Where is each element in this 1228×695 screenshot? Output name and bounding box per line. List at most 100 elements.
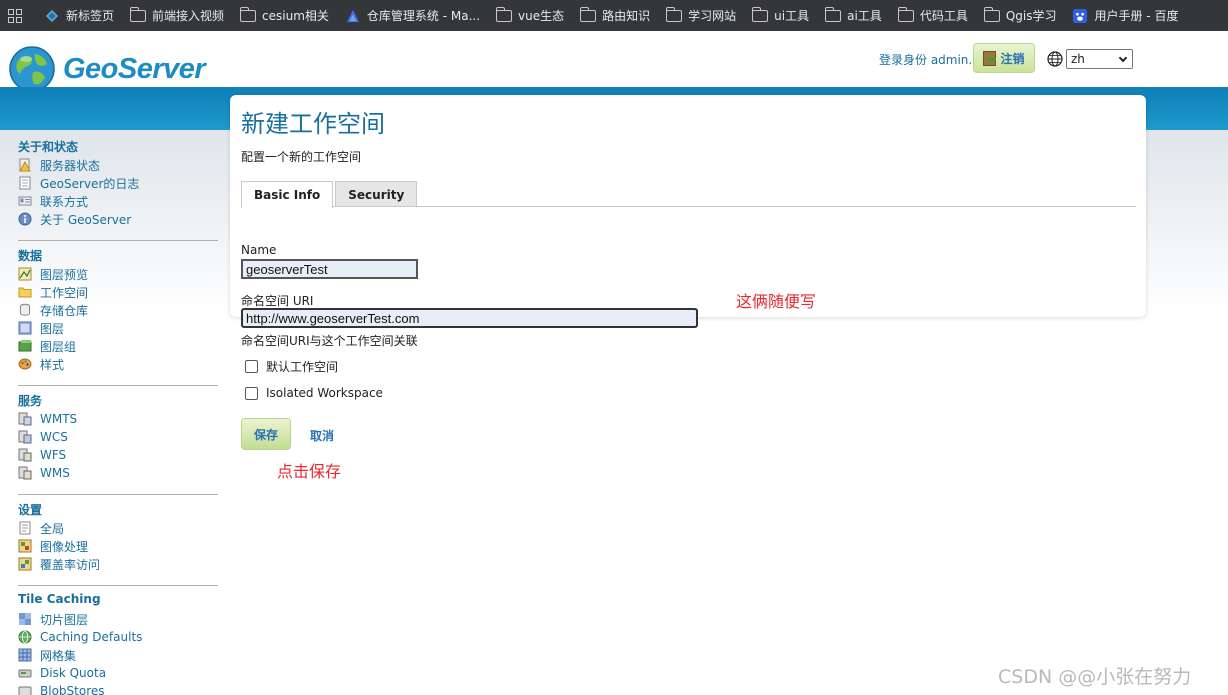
name-input[interactable]: geoserverTest xyxy=(241,259,418,279)
tab-bar: Basic Info Security xyxy=(241,181,418,208)
sidebar-section-title: 关于和状态 xyxy=(18,140,79,154)
cancel-link[interactable]: 取消 xyxy=(310,427,334,444)
sidebar-section-about: 关于和状态 服务器状态 GeoServer的日志 联系方式 关于 GeoServ… xyxy=(18,138,218,228)
csdn-watermark: CSDN @@小张在努力 xyxy=(998,666,1192,688)
sidebar-item-styles[interactable]: 样式 xyxy=(18,355,218,373)
sidebar-section-tile-caching: Tile Caching 切片图层 Caching Defaults 网格集 D… xyxy=(18,592,218,695)
page-description: 配置一个新的工作空间 xyxy=(241,150,362,164)
sidebar-item-blobstores[interactable]: BlobStores xyxy=(18,682,218,695)
sidebar-item-stores[interactable]: 存储仓库 xyxy=(18,301,218,319)
sidebar-item-wfs[interactable]: WFS xyxy=(18,446,218,464)
blobstore-icon xyxy=(18,686,32,695)
annotation-fill-note: 这俩随便写 xyxy=(736,292,817,311)
sidebar-item-layer-preview[interactable]: 图层预览 xyxy=(18,265,218,283)
sidebar-item-workspaces[interactable]: 工作空间 xyxy=(18,283,218,301)
sidebar-item-wcs[interactable]: WCS xyxy=(18,428,218,446)
folder-icon xyxy=(240,6,257,22)
uri-label: 命名空间 URI xyxy=(241,294,314,308)
workspace-folder-icon xyxy=(18,287,32,298)
bookmark-8[interactable]: ai工具 xyxy=(817,0,890,31)
sidebar-item-gridsets[interactable]: 网格集 xyxy=(18,646,218,664)
sidebar-section-title: 服务 xyxy=(18,394,43,408)
language-value: zh xyxy=(1071,52,1085,66)
sidebar-item-logs[interactable]: GeoServer的日志 xyxy=(18,174,218,192)
sidebar-item-caching-defaults[interactable]: Caching Defaults xyxy=(18,628,218,646)
logo-text: GeoServer xyxy=(63,52,206,85)
server-status-icon xyxy=(19,158,31,172)
sidebar-section-settings: 设置 全局 图像处理 覆盖率访问 xyxy=(18,501,218,573)
sidebar-divider xyxy=(18,385,218,386)
sidebar-section-title: 数据 xyxy=(18,249,43,263)
sidebar-section-services: 服务 WMTS WCS WFS WMS xyxy=(18,392,218,482)
isolated-workspace-label: Isolated Workspace xyxy=(266,386,383,400)
default-workspace-option[interactable]: 默认工作空间 xyxy=(245,358,338,375)
bookmark-3[interactable]: 仓库管理系统 - Ma... xyxy=(337,0,488,31)
sidebar-item-disk-quota[interactable]: Disk Quota xyxy=(18,664,218,682)
bookmark-11[interactable]: 用户手册 - 百度 xyxy=(1064,0,1186,31)
annotation-save-note: 点击保存 xyxy=(277,462,342,481)
sidebar-item-image-processing[interactable]: 图像处理 xyxy=(18,537,218,555)
info-icon xyxy=(18,212,32,226)
disk-quota-icon xyxy=(18,669,32,678)
sidebar-section-data: 数据 图层预览 工作空间 存储仓库 图层 图层组 样式 xyxy=(18,247,218,373)
wmts-service-icon xyxy=(18,412,32,426)
new-tab-icon xyxy=(45,9,59,22)
sidebar-item-layer-groups[interactable]: 图层组 xyxy=(18,337,218,355)
sidebar-item-contact[interactable]: 联系方式 xyxy=(18,192,218,210)
sidebar-item-about[interactable]: 关于 GeoServer xyxy=(18,210,218,228)
bookmark-0[interactable]: 新标签页 xyxy=(36,0,122,31)
name-label: Name xyxy=(241,243,277,257)
bookmark-6[interactable]: 学习网站 xyxy=(658,0,744,31)
sidebar-item-layers[interactable]: 图层 xyxy=(18,319,218,337)
mantine-logo-icon xyxy=(346,9,360,22)
folder-icon xyxy=(752,6,769,22)
logout-button[interactable]: 注销 xyxy=(973,43,1035,73)
wms-service-icon xyxy=(18,466,32,480)
uri-input[interactable]: http://www.geoserverTest.com xyxy=(241,308,698,328)
tab-basic-info[interactable]: Basic Info xyxy=(241,181,334,208)
tab-security[interactable]: Security xyxy=(335,181,418,207)
default-workspace-checkbox[interactable] xyxy=(245,360,258,373)
layer-preview-icon xyxy=(18,267,32,281)
bookmark-5[interactable]: 路由知识 xyxy=(572,0,658,31)
bookmark-2[interactable]: cesium相关 xyxy=(232,0,337,31)
uri-help-text: 命名空间URI与这个工作空间关联 xyxy=(241,334,418,348)
store-cylinder-icon xyxy=(20,303,30,316)
save-button[interactable]: 保存 xyxy=(241,418,291,450)
login-status: 登录身份 admin. xyxy=(879,53,973,67)
sidebar-section-title: 设置 xyxy=(18,503,43,517)
language-select[interactable]: zh xyxy=(1066,49,1133,69)
page-title: 新建工作空间 xyxy=(241,110,385,138)
logout-door-icon xyxy=(983,50,997,66)
log-file-icon xyxy=(19,176,31,190)
sidebar-section-title: Tile Caching xyxy=(18,592,101,606)
sidebar-item-wmts[interactable]: WMTS xyxy=(18,410,218,428)
bookmark-1[interactable]: 前端接入视频 xyxy=(122,0,232,31)
sidebar-item-server-status[interactable]: 服务器状态 xyxy=(18,156,218,174)
global-settings-icon xyxy=(19,521,31,535)
sidebar-item-coverage-access[interactable]: 覆盖率访问 xyxy=(18,555,218,573)
bookmark-4[interactable]: vue生态 xyxy=(488,0,572,31)
chevron-down-icon xyxy=(1118,53,1128,63)
folder-icon xyxy=(983,6,1000,22)
wcs-service-icon xyxy=(18,430,32,444)
folder-icon xyxy=(825,6,842,22)
wfs-service-icon xyxy=(18,448,32,462)
coverage-access-icon xyxy=(18,557,32,571)
bookmark-9[interactable]: 代码工具 xyxy=(890,0,976,31)
folder-icon xyxy=(897,6,914,22)
bookmark-10[interactable]: Qgis学习 xyxy=(976,0,1065,31)
isolated-workspace-checkbox[interactable] xyxy=(245,386,258,400)
image-processing-icon xyxy=(18,539,32,553)
sidebar-item-wms[interactable]: WMS xyxy=(18,464,218,482)
isolated-workspace-option[interactable]: Isolated Workspace xyxy=(245,386,383,400)
sidebar-item-tile-layers[interactable]: 切片图层 xyxy=(18,610,218,628)
default-workspace-label: 默认工作空间 xyxy=(266,360,339,374)
sidebar-divider xyxy=(18,240,218,241)
sidebar-item-global[interactable]: 全局 xyxy=(18,519,218,537)
bookmark-7[interactable]: ui工具 xyxy=(744,0,817,31)
language-globe-icon xyxy=(1047,51,1063,67)
apps-button[interactable] xyxy=(0,0,36,31)
app-header: GeoServer 登录身份 admin. 注销 zh xyxy=(0,31,1228,92)
folder-icon xyxy=(666,6,683,22)
